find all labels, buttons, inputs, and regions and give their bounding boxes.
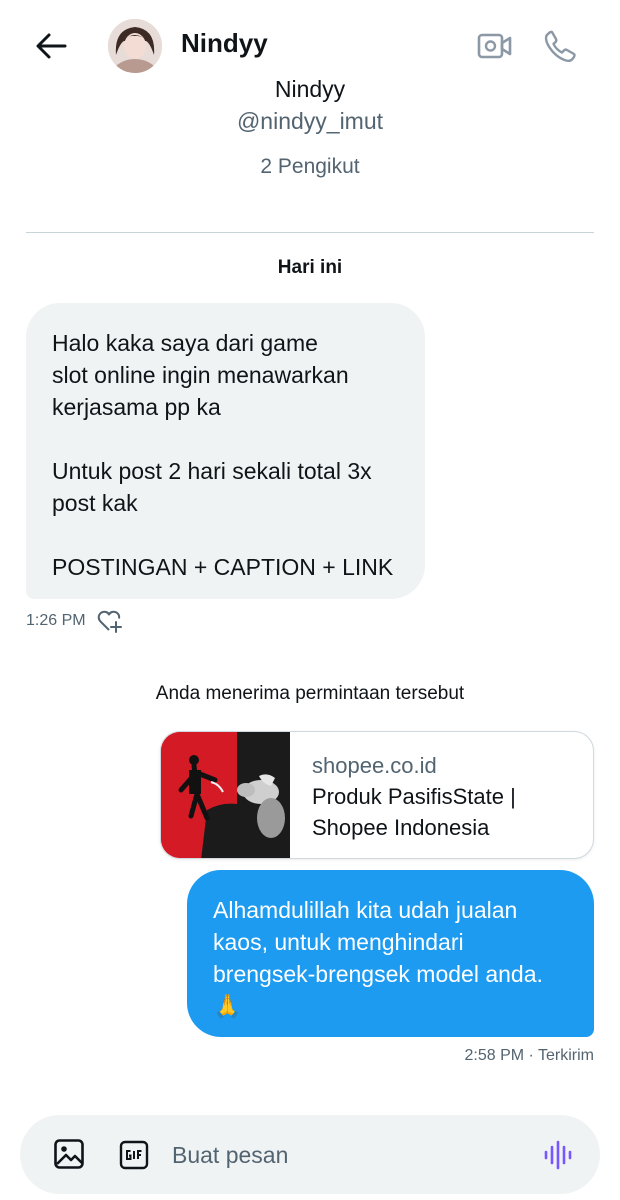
incoming-message-meta: 1:26 PM xyxy=(26,608,124,634)
video-call-button[interactable] xyxy=(474,28,516,64)
profile-handle[interactable]: @nindyy_imut xyxy=(0,108,620,135)
link-preview-image xyxy=(161,732,290,858)
video-call-icon xyxy=(477,33,512,59)
voice-call-button[interactable] xyxy=(540,26,580,66)
gif-icon xyxy=(119,1140,149,1170)
contact-name[interactable]: Nindyy xyxy=(181,28,268,59)
avatar[interactable] xyxy=(108,19,162,73)
outgoing-message-status: 2:58 PM · Terkirim xyxy=(464,1047,594,1064)
link-preview-text: shopee.co.id Produk PasifisState | Shope… xyxy=(290,732,593,858)
message-composer xyxy=(20,1115,600,1194)
phone-icon xyxy=(544,30,576,63)
message-input[interactable] xyxy=(172,1135,527,1175)
link-domain: shopee.co.id xyxy=(312,753,437,778)
incoming-message-bubble[interactable]: Halo kaka saya dari game slot online ing… xyxy=(26,303,425,599)
voice-wave-icon xyxy=(544,1140,572,1170)
add-gif-button[interactable] xyxy=(118,1139,150,1171)
image-icon xyxy=(54,1139,84,1169)
request-accepted-notice: Anda menerima permintaan tersebut xyxy=(155,683,465,704)
link-title: Produk PasifisState | Shopee Indonesia xyxy=(312,784,516,840)
divider xyxy=(26,232,594,233)
outgoing-message-bubble[interactable]: Alhamdulillah kita udah jualan kaos, unt… xyxy=(187,870,594,1037)
profile-name: Nindyy xyxy=(274,76,346,102)
back-arrow-icon xyxy=(36,33,67,59)
date-separator: Hari ini xyxy=(277,257,343,278)
link-preview-card[interactable]: shopee.co.id Produk PasifisState | Shope… xyxy=(160,731,594,859)
voice-message-button[interactable] xyxy=(540,1137,576,1173)
add-media-button[interactable] xyxy=(52,1137,86,1171)
back-button[interactable] xyxy=(30,28,72,64)
add-reaction-button[interactable] xyxy=(96,608,124,634)
incoming-message-time: 1:26 PM xyxy=(26,612,86,629)
heart-plus-icon xyxy=(97,610,122,633)
profile-followers: 2 Pengikut xyxy=(260,155,360,178)
